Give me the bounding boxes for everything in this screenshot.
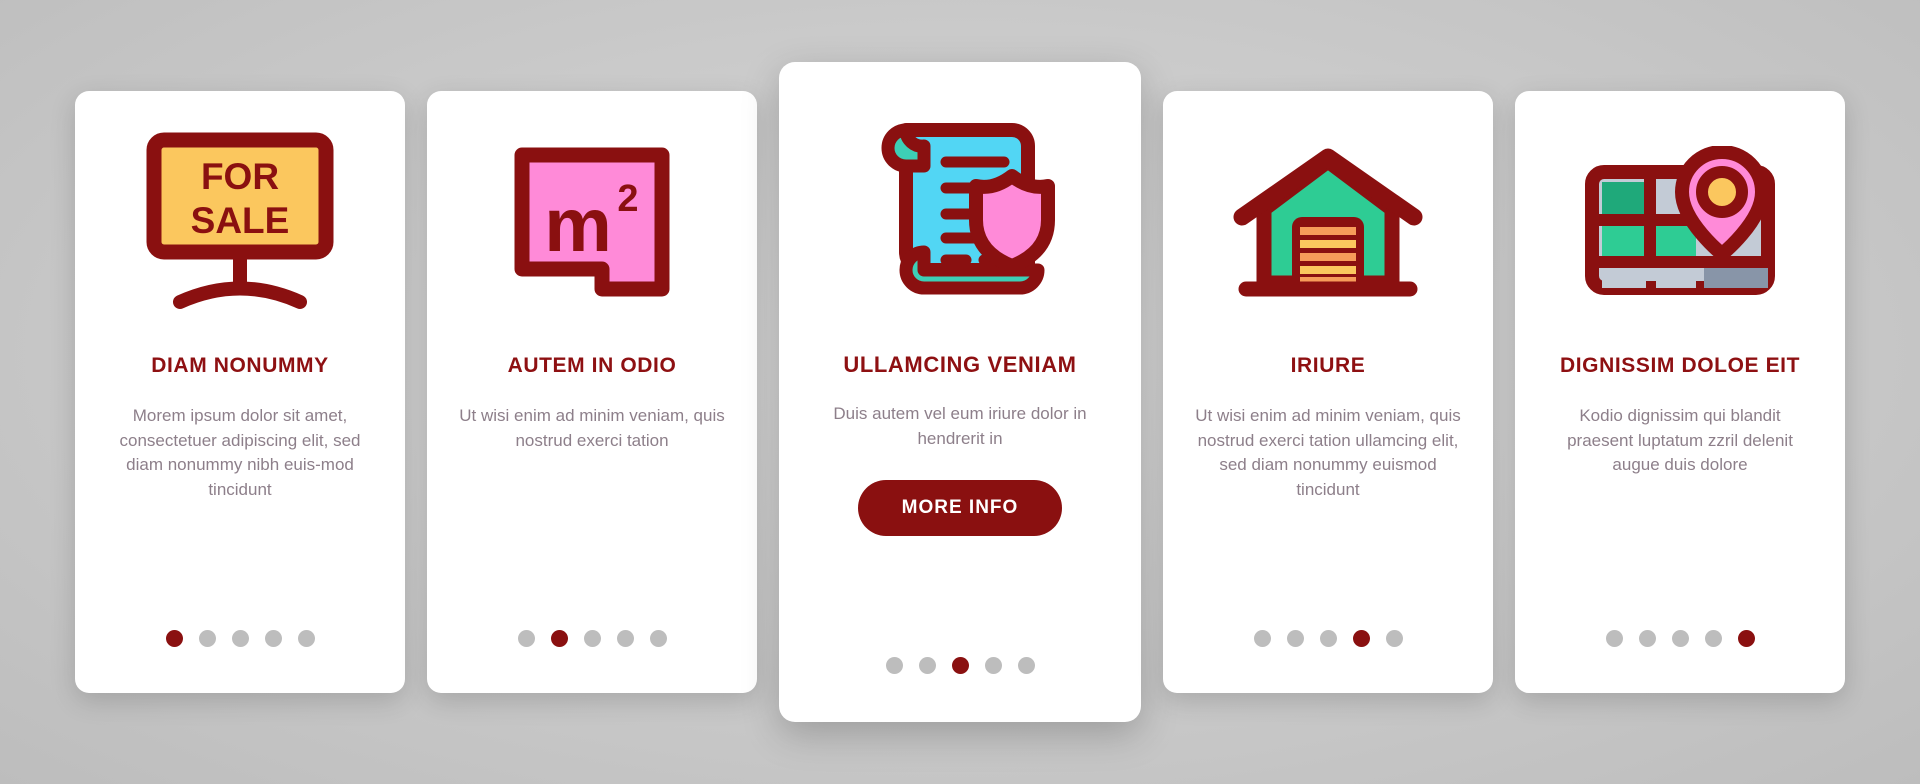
square-meters-exponent: 2 bbox=[617, 178, 638, 220]
card-body-text: Kodio dignissim qui blandit praesent lup… bbox=[1567, 406, 1793, 475]
onboarding-card-autem-in-odio[interactable]: m 2 AUTEM IN ODIO Ut wisi enim ad minim … bbox=[427, 91, 757, 693]
card-title: IRIURE bbox=[1290, 354, 1366, 377]
pagination-dot[interactable] bbox=[231, 630, 249, 647]
pagination-dot[interactable] bbox=[264, 630, 282, 647]
pagination-dot[interactable] bbox=[1638, 630, 1656, 647]
card-body-text: Ut wisi enim ad minim veniam, quis nostr… bbox=[459, 406, 725, 450]
pagination-dot[interactable] bbox=[1286, 630, 1304, 647]
onboarding-card-iriure[interactable]: IRIURE Ut wisi enim ad minim veniam, qui… bbox=[1163, 91, 1493, 693]
pagination-dot[interactable] bbox=[1017, 657, 1035, 674]
pagination-dot[interactable] bbox=[1385, 630, 1403, 647]
pagination-dot[interactable] bbox=[1671, 630, 1689, 647]
pagination-dot[interactable] bbox=[885, 657, 903, 674]
square-meters-letter: m bbox=[544, 183, 612, 268]
pagination-dots bbox=[1515, 630, 1845, 647]
contract-shield-icon bbox=[805, 62, 1115, 352]
pagination-dot[interactable] bbox=[1605, 630, 1623, 647]
map-location-pin-icon bbox=[1537, 91, 1823, 353]
pagination-dot[interactable] bbox=[550, 630, 568, 647]
pagination-dot[interactable] bbox=[649, 630, 667, 647]
card-title: DIGNISSIM DOLOE EIT bbox=[1559, 354, 1801, 377]
card-body-text: Morem ipsum dolor sit amet, consectetuer… bbox=[119, 406, 361, 500]
pagination-dot[interactable] bbox=[984, 657, 1002, 674]
card-title: ULLAMCING VENIAM bbox=[843, 352, 1077, 377]
pagination-dot[interactable] bbox=[517, 630, 535, 647]
pagination-dot[interactable] bbox=[918, 657, 936, 674]
card-title: AUTEM IN ODIO bbox=[507, 354, 677, 377]
pagination-dots bbox=[75, 630, 405, 647]
pagination-dots bbox=[1163, 630, 1493, 647]
pagination-dot[interactable] bbox=[1352, 630, 1370, 647]
pagination-dot[interactable] bbox=[616, 630, 634, 647]
onboarding-card-dignissim-doloe-eit[interactable]: DIGNISSIM DOLOE EIT Kodio dignissim qui … bbox=[1515, 91, 1845, 693]
pagination-dot[interactable] bbox=[951, 657, 969, 674]
card-body-text: Duis autem vel eum iriure dolor in hendr… bbox=[833, 404, 1087, 449]
pagination-dots bbox=[427, 630, 757, 647]
card-body-text: Ut wisi enim ad minim veniam, quis nostr… bbox=[1195, 406, 1461, 500]
pagination-dot[interactable] bbox=[198, 630, 216, 647]
pagination-dot[interactable] bbox=[1319, 630, 1337, 647]
pagination-dot[interactable] bbox=[1253, 630, 1271, 647]
onboarding-card-diam-nonummy[interactable]: FOR SALE DIAM NONUMMY Morem ipsum dolor … bbox=[75, 91, 405, 693]
garage-icon bbox=[1185, 91, 1471, 353]
square-meters-icon: m 2 bbox=[449, 91, 735, 353]
for-sale-line-2: SALE bbox=[191, 200, 290, 241]
pagination-dot[interactable] bbox=[1704, 630, 1722, 647]
onboarding-cards-stage: FOR SALE DIAM NONUMMY Morem ipsum dolor … bbox=[0, 0, 1920, 784]
onboarding-card-ullamcing-veniam[interactable]: ULLAMCING VENIAM Duis autem vel eum iriu… bbox=[779, 62, 1141, 722]
pagination-dot[interactable] bbox=[165, 630, 183, 647]
more-info-button[interactable]: MORE INFO bbox=[857, 479, 1063, 536]
for-sale-sign-icon: FOR SALE bbox=[97, 91, 383, 353]
for-sale-line-1: FOR bbox=[201, 156, 279, 197]
pagination-dots bbox=[779, 657, 1141, 674]
pagination-dot[interactable] bbox=[1737, 630, 1755, 647]
card-title: DIAM NONUMMY bbox=[151, 354, 329, 377]
pagination-dot[interactable] bbox=[297, 630, 315, 647]
pagination-dot[interactable] bbox=[583, 630, 601, 647]
